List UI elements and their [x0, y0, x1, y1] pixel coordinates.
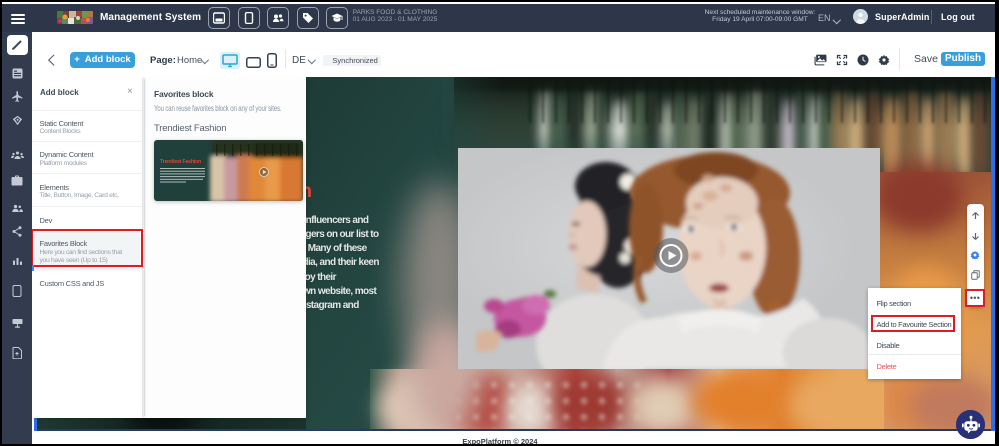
- svg-text:Trendiest Fashion: Trendiest Fashion: [160, 159, 201, 165]
